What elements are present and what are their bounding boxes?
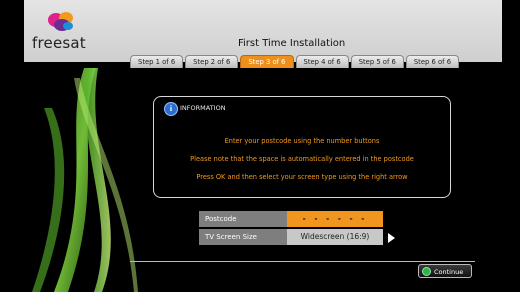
screen-size-row[interactable]: TV Screen Size Widescreen (16:9) [199,229,383,245]
tab-step-5[interactable]: Step 5 of 6 [350,55,404,68]
screen-size-value[interactable]: Widescreen (16:9) [287,229,383,245]
postcode-input[interactable]: - - - - - - [287,211,383,227]
tab-step-6[interactable]: Step 6 of 6 [405,55,460,68]
installation-screen: freesat First Time Installation Step 1 o… [0,0,520,292]
footer-divider [130,261,475,262]
header-background [24,0,502,62]
freesat-logo: freesat [32,10,92,56]
tab-step-2[interactable]: Step 2 of 6 [185,55,239,68]
continue-label: Continue [434,268,464,276]
information-title: INFORMATION [180,104,226,112]
information-panel: i INFORMATION Enter your postcode using … [153,96,451,198]
info-icon: i [164,102,178,116]
info-line-1: Enter your postcode using the number but… [224,137,380,145]
info-line-3: Press OK and then select your screen typ… [196,173,408,181]
page-title: First Time Installation [238,38,346,49]
right-arrow-icon[interactable] [388,233,395,243]
postcode-label: Postcode [199,211,287,227]
freesat-logo-icon [48,12,73,31]
step-tabs: Step 1 of 6 Step 2 of 6 Step 3 of 6 Step… [130,55,460,68]
screen-size-label: TV Screen Size [199,229,287,245]
tab-step-3-active[interactable]: Step 3 of 6 [240,55,294,68]
ok-button-icon [422,267,431,276]
tab-step-1[interactable]: Step 1 of 6 [130,55,184,68]
header-bar: freesat First Time Installation [24,0,502,62]
tab-step-4[interactable]: Step 4 of 6 [295,55,349,68]
continue-button[interactable]: Continue [418,264,472,278]
info-line-2: Please note that the space is automatica… [190,155,414,163]
postcode-row[interactable]: Postcode - - - - - - [199,211,383,227]
swoosh-decoration [32,68,138,292]
logo-text: freesat [32,34,86,52]
